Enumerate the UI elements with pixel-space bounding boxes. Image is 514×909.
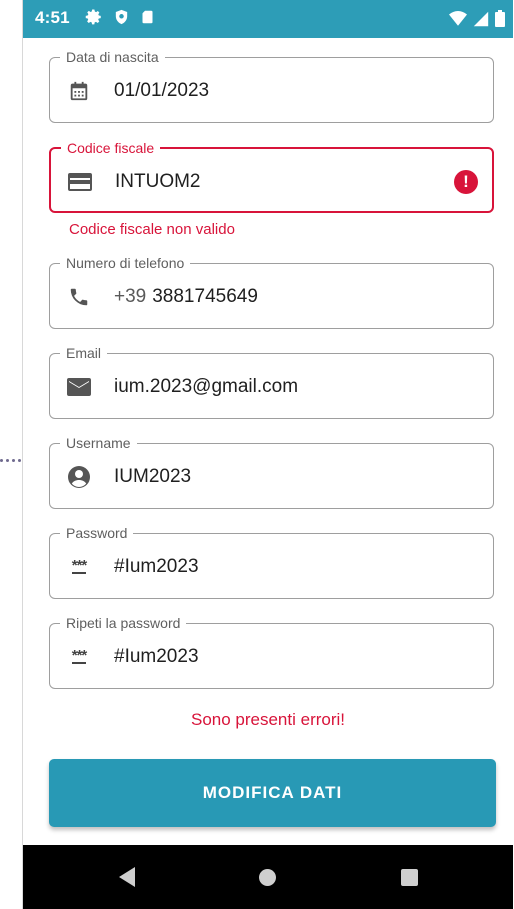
password-icon-glyph: ***: [71, 556, 87, 574]
sd-card-icon: [140, 8, 155, 31]
email-label: Email: [60, 344, 108, 362]
repeat-password-label: Ripeti la password: [60, 614, 187, 632]
phone-value: +39 3881745649: [114, 284, 258, 310]
birthdate-value: 01/01/2023: [114, 80, 210, 101]
repeat-password-icon-glyph: ***: [71, 646, 87, 664]
repeat-password-field[interactable]: Ripeti la password *** #Ium2023: [49, 614, 494, 689]
codice-fiscale-error-text: Codice fiscale non valido: [69, 221, 235, 238]
mail-icon: [66, 374, 92, 400]
home-nav-button[interactable]: [259, 869, 276, 886]
recents-nav-button[interactable]: [401, 869, 418, 886]
password-field[interactable]: Password *** #Ium2023: [49, 524, 494, 599]
form-error-message: Sono presenti errori!: [190, 710, 346, 729]
password-icon: ***: [66, 644, 92, 670]
account-icon: [66, 464, 92, 490]
birthdate-field[interactable]: Data di nascita 01/01/2023: [49, 48, 494, 123]
codice-fiscale-value: INTUOM2: [115, 171, 201, 192]
phone-field[interactable]: Numero di telefono +39 3881745649: [49, 254, 494, 329]
error-alert-icon: !: [454, 170, 478, 194]
shield-icon: [113, 8, 130, 31]
phone-screen: 4:51 Data di nascita 01/01/2023 Codice f…: [22, 0, 513, 909]
status-bar: 4:51: [23, 0, 513, 38]
phone-label: Numero di telefono: [60, 254, 191, 272]
codice-fiscale-field[interactable]: Codice fiscale INTUOM2 !: [49, 139, 494, 213]
status-time: 4:51: [35, 8, 70, 27]
repeat-password-value: #Ium2023: [114, 646, 199, 667]
birthdate-label: Data di nascita: [60, 48, 165, 66]
status-icons-left: [85, 8, 155, 31]
settings-gear-icon: [85, 8, 103, 31]
email-value: ium.2023@gmail.com: [114, 376, 299, 397]
phone-prefix: +39: [114, 286, 147, 307]
password-value: #Ium2023: [114, 556, 199, 577]
calendar-icon: [66, 78, 92, 104]
status-icons-right: [449, 10, 505, 32]
signal-icon: [473, 11, 489, 32]
password-icon: ***: [66, 554, 92, 580]
battery-icon: [495, 10, 505, 32]
modifica-dati-button[interactable]: MODIFICA DATI: [49, 759, 496, 827]
username-value: IUM2023: [114, 466, 192, 487]
username-label: Username: [60, 434, 137, 452]
navigation-bar: [23, 845, 513, 909]
codice-fiscale-label: Codice fiscale: [61, 139, 161, 157]
password-label: Password: [60, 524, 134, 542]
back-nav-button[interactable]: [119, 867, 135, 892]
email-field[interactable]: Email ium.2023@gmail.com: [49, 344, 494, 419]
wifi-icon: [449, 10, 467, 32]
phone-icon: [66, 284, 92, 310]
username-field[interactable]: Username IUM2023: [49, 434, 494, 509]
card-icon: [67, 169, 93, 195]
outer-dots-decoration: [0, 459, 22, 465]
phone-number: 3881745649: [152, 286, 258, 307]
